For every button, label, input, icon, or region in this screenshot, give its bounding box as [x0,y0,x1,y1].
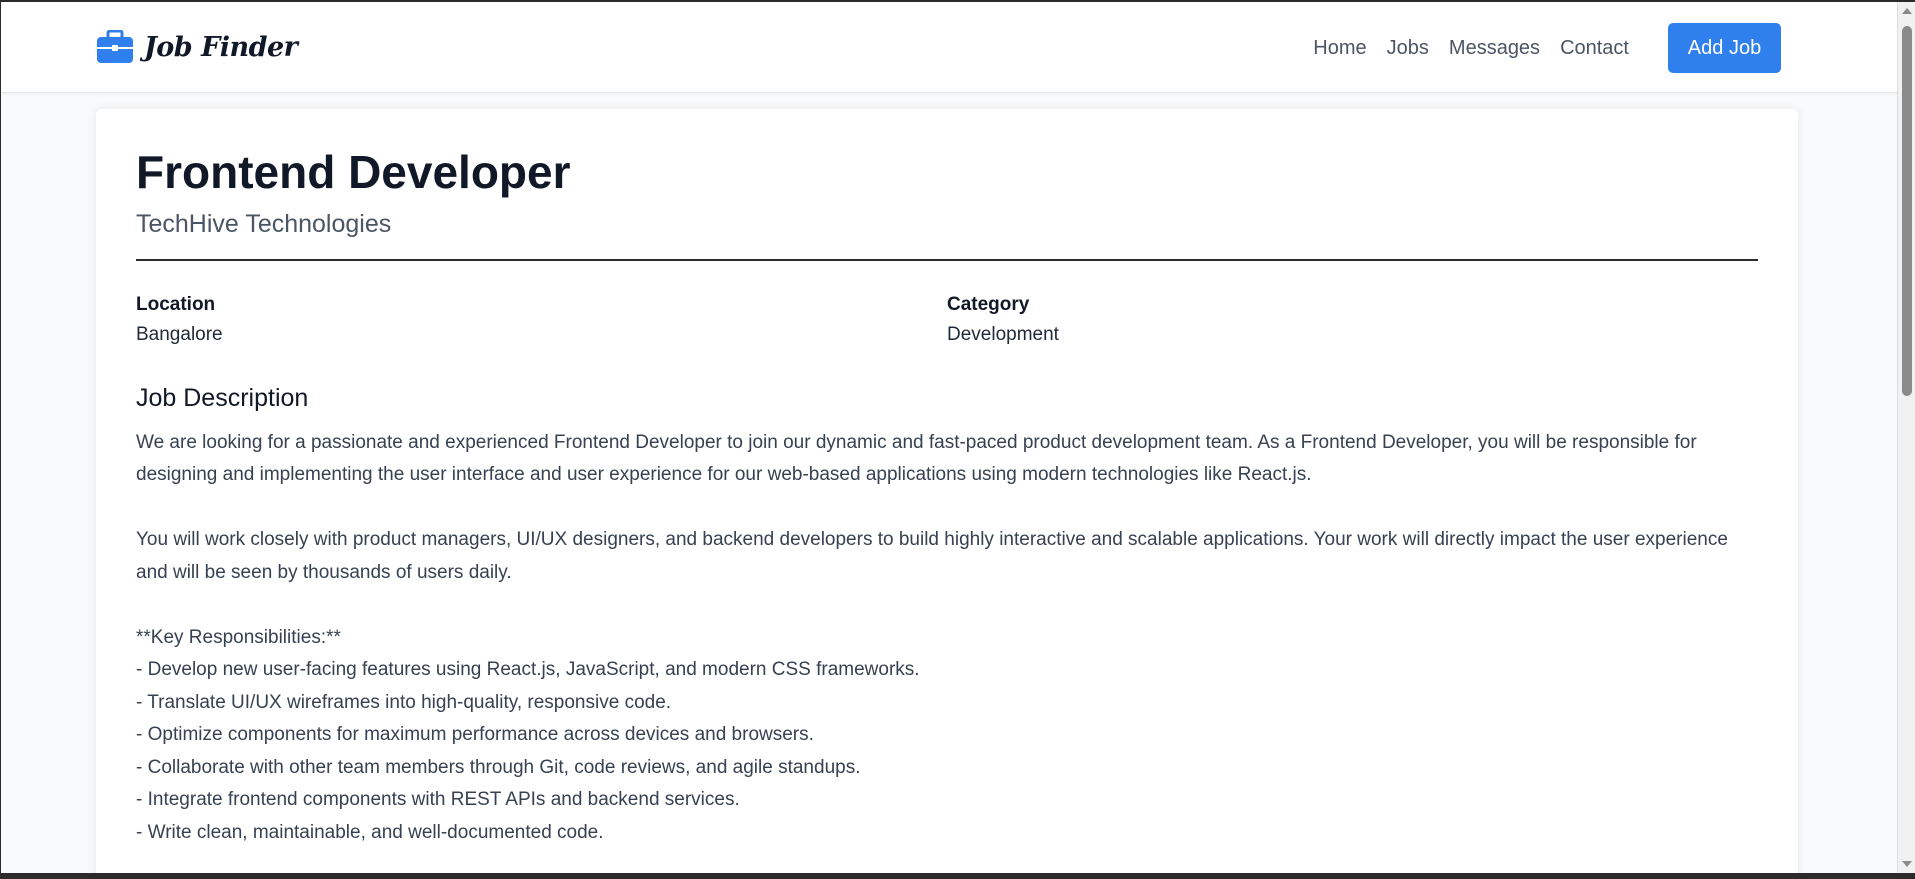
category-block: Category Development [947,294,1758,346]
scroll-down-arrow-icon[interactable] [1902,861,1912,867]
brand-logo[interactable]: Job Finder [96,30,298,64]
company-name: TechHive Technologies [136,209,392,238]
briefcase-icon [97,30,133,63]
brand-name: Job Finder [144,31,298,63]
nav-links: Home Jobs Messages Contact Add Job [1313,23,1781,73]
browser-window: Job Finder Home Jobs Messages Contact Ad… [0,0,1915,879]
job-meta: Location Bangalore Category Development [136,294,1758,346]
location-label: Location [136,293,216,315]
category-value: Development [947,323,1059,345]
add-job-button[interactable]: Add Job [1668,23,1781,73]
nav-link-messages[interactable]: Messages [1449,23,1540,73]
nav-link-contact[interactable]: Contact [1560,23,1629,73]
window-bottom-edge [1,873,1915,879]
vertical-scrollbar[interactable] [1897,2,1915,879]
job-detail-card: Frontend Developer TechHive Technologies… [96,109,1798,879]
location-block: Location Bangalore [136,294,947,346]
location-value: Bangalore [136,323,223,345]
divider [136,258,1758,261]
job-description: We are looking for a passionate and expe… [136,431,1728,843]
nav-link-home[interactable]: Home [1313,23,1366,73]
scroll-up-arrow-icon[interactable] [1902,8,1912,14]
job-title: Frontend Developer [136,146,571,198]
description-heading: Job Description [136,383,309,412]
nav-link-jobs[interactable]: Jobs [1387,23,1429,73]
navbar: Job Finder Home Jobs Messages Contact Ad… [1,2,1897,93]
scroll-thumb[interactable] [1902,26,1912,396]
category-label: Category [947,293,1030,315]
